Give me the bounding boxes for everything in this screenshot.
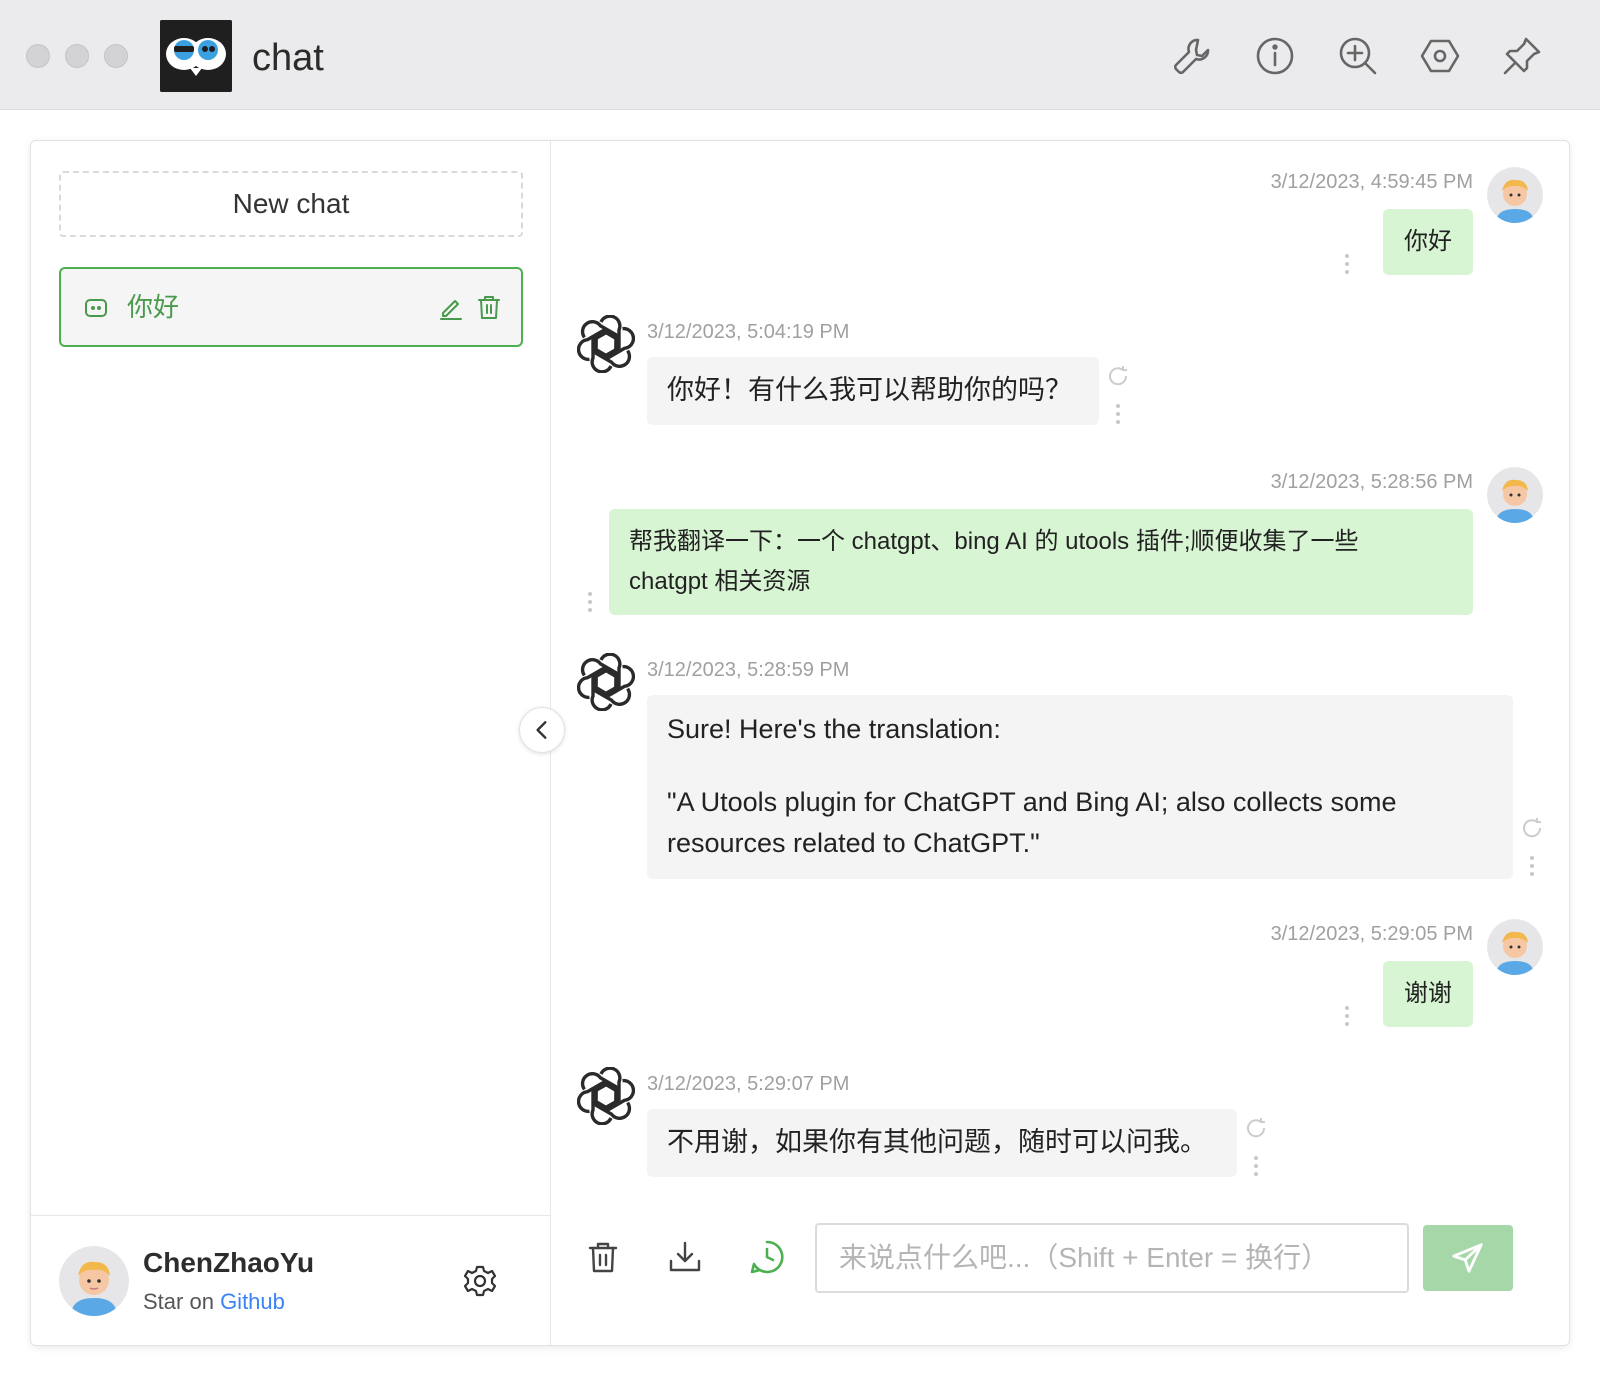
- message-more-icon[interactable]: [1529, 855, 1535, 877]
- user-name: ChenZhaoYu: [143, 1247, 315, 1278]
- new-chat-button[interactable]: New chat: [59, 171, 523, 237]
- sidebar-footer: ChenZhaoYu Star on Github: [31, 1215, 550, 1345]
- title-bar: chat: [0, 0, 1600, 110]
- user-message-bubble: 帮我翻译一下：一个 chatgpt、bing AI 的 utools 插件;顺便…: [609, 509, 1473, 615]
- user-avatar: [1487, 919, 1543, 975]
- message-more-icon[interactable]: [1115, 403, 1121, 425]
- chat-bubble-icon: [83, 295, 109, 321]
- app-logo-icon: [160, 20, 232, 92]
- assistant-message-bubble: 你好！有什么我可以帮助你的吗？: [647, 357, 1099, 425]
- message-more-icon[interactable]: [1344, 253, 1350, 275]
- message-timestamp: 3/12/2023, 4:59:45 PM: [1270, 171, 1473, 193]
- sidebar: New chat 你好 ChenZhaoYu Star on Github: [31, 141, 551, 1345]
- chat-history-icon[interactable]: [749, 1239, 785, 1275]
- assistant-message-bubble: Sure! Here's the translation: "A Utools …: [647, 695, 1513, 879]
- assistant-avatar: [576, 652, 636, 712]
- message-timestamp: 3/12/2023, 5:29:05 PM: [1270, 923, 1473, 945]
- user-avatar: [59, 1246, 129, 1316]
- main-panel: New chat 你好 ChenZhaoYu Star on Github 3/…: [30, 140, 1570, 1346]
- user-avatar: [1487, 167, 1543, 223]
- wrench-icon[interactable]: [1170, 34, 1214, 78]
- message-line: "A Utools plugin for ChatGPT and Bing AI…: [667, 787, 1397, 817]
- send-icon: [1452, 1243, 1483, 1273]
- assistant-avatar: [576, 1066, 636, 1126]
- message-more-icon[interactable]: [1253, 1155, 1259, 1177]
- info-icon[interactable]: [1253, 34, 1297, 78]
- message-line: resources related to ChatGPT.": [667, 828, 1040, 858]
- github-link[interactable]: Github: [220, 1289, 285, 1314]
- message-input[interactable]: [815, 1223, 1409, 1293]
- user-avatar: [1487, 467, 1543, 523]
- trash-icon[interactable]: [475, 293, 503, 321]
- window-close-button[interactable]: [26, 44, 50, 68]
- message-timestamp: 3/12/2023, 5:29:07 PM: [647, 1073, 850, 1095]
- message-timestamp: 3/12/2023, 5:04:19 PM: [647, 321, 850, 343]
- assistant-message-bubble: 不用谢，如果你有其他问题，随时可以问我。: [647, 1109, 1237, 1177]
- chevron-left-icon: [536, 721, 547, 739]
- collapse-sidebar-button[interactable]: [519, 707, 565, 753]
- regenerate-icon[interactable]: [1107, 365, 1129, 387]
- assistant-avatar: [576, 314, 636, 374]
- app-title: chat: [252, 37, 324, 79]
- send-button[interactable]: [1423, 1225, 1513, 1291]
- settings-hexagon-icon[interactable]: [1418, 34, 1462, 78]
- clear-chat-trash-icon[interactable]: [585, 1239, 621, 1275]
- star-prefix: Star on: [143, 1289, 214, 1314]
- message-timestamp: 3/12/2023, 5:28:56 PM: [1270, 471, 1473, 493]
- pin-icon[interactable]: [1500, 34, 1544, 78]
- user-message-bubble: 你好: [1383, 209, 1473, 275]
- regenerate-icon[interactable]: [1521, 817, 1543, 839]
- message-line: 帮我翻译一下：一个 chatgpt、bing AI 的 utools 插件;顺便…: [629, 528, 1359, 555]
- regenerate-icon[interactable]: [1245, 1117, 1267, 1139]
- download-icon[interactable]: [667, 1239, 703, 1275]
- edit-icon[interactable]: [437, 293, 465, 321]
- message-paragraph: Sure! Here's the translation:: [667, 714, 1001, 744]
- star-on-github: Star on Github: [143, 1288, 285, 1316]
- sidebar-chat-item[interactable]: 你好: [59, 267, 523, 347]
- window-minimize-button[interactable]: [65, 44, 89, 68]
- message-more-icon[interactable]: [1344, 1005, 1350, 1027]
- zoom-in-icon[interactable]: [1336, 34, 1380, 78]
- message-line: chatgpt 相关资源: [629, 568, 811, 595]
- message-more-icon[interactable]: [587, 591, 593, 613]
- sidebar-chat-label: 你好: [127, 292, 180, 322]
- message-timestamp: 3/12/2023, 5:28:59 PM: [647, 659, 850, 681]
- settings-gear-icon[interactable]: [463, 1264, 497, 1298]
- window-maximize-button[interactable]: [104, 44, 128, 68]
- user-message-bubble: 谢谢: [1383, 961, 1473, 1027]
- message-list: 3/12/2023, 4:59:45 PM 你好 3/12/2023, 5:04…: [551, 141, 1571, 1211]
